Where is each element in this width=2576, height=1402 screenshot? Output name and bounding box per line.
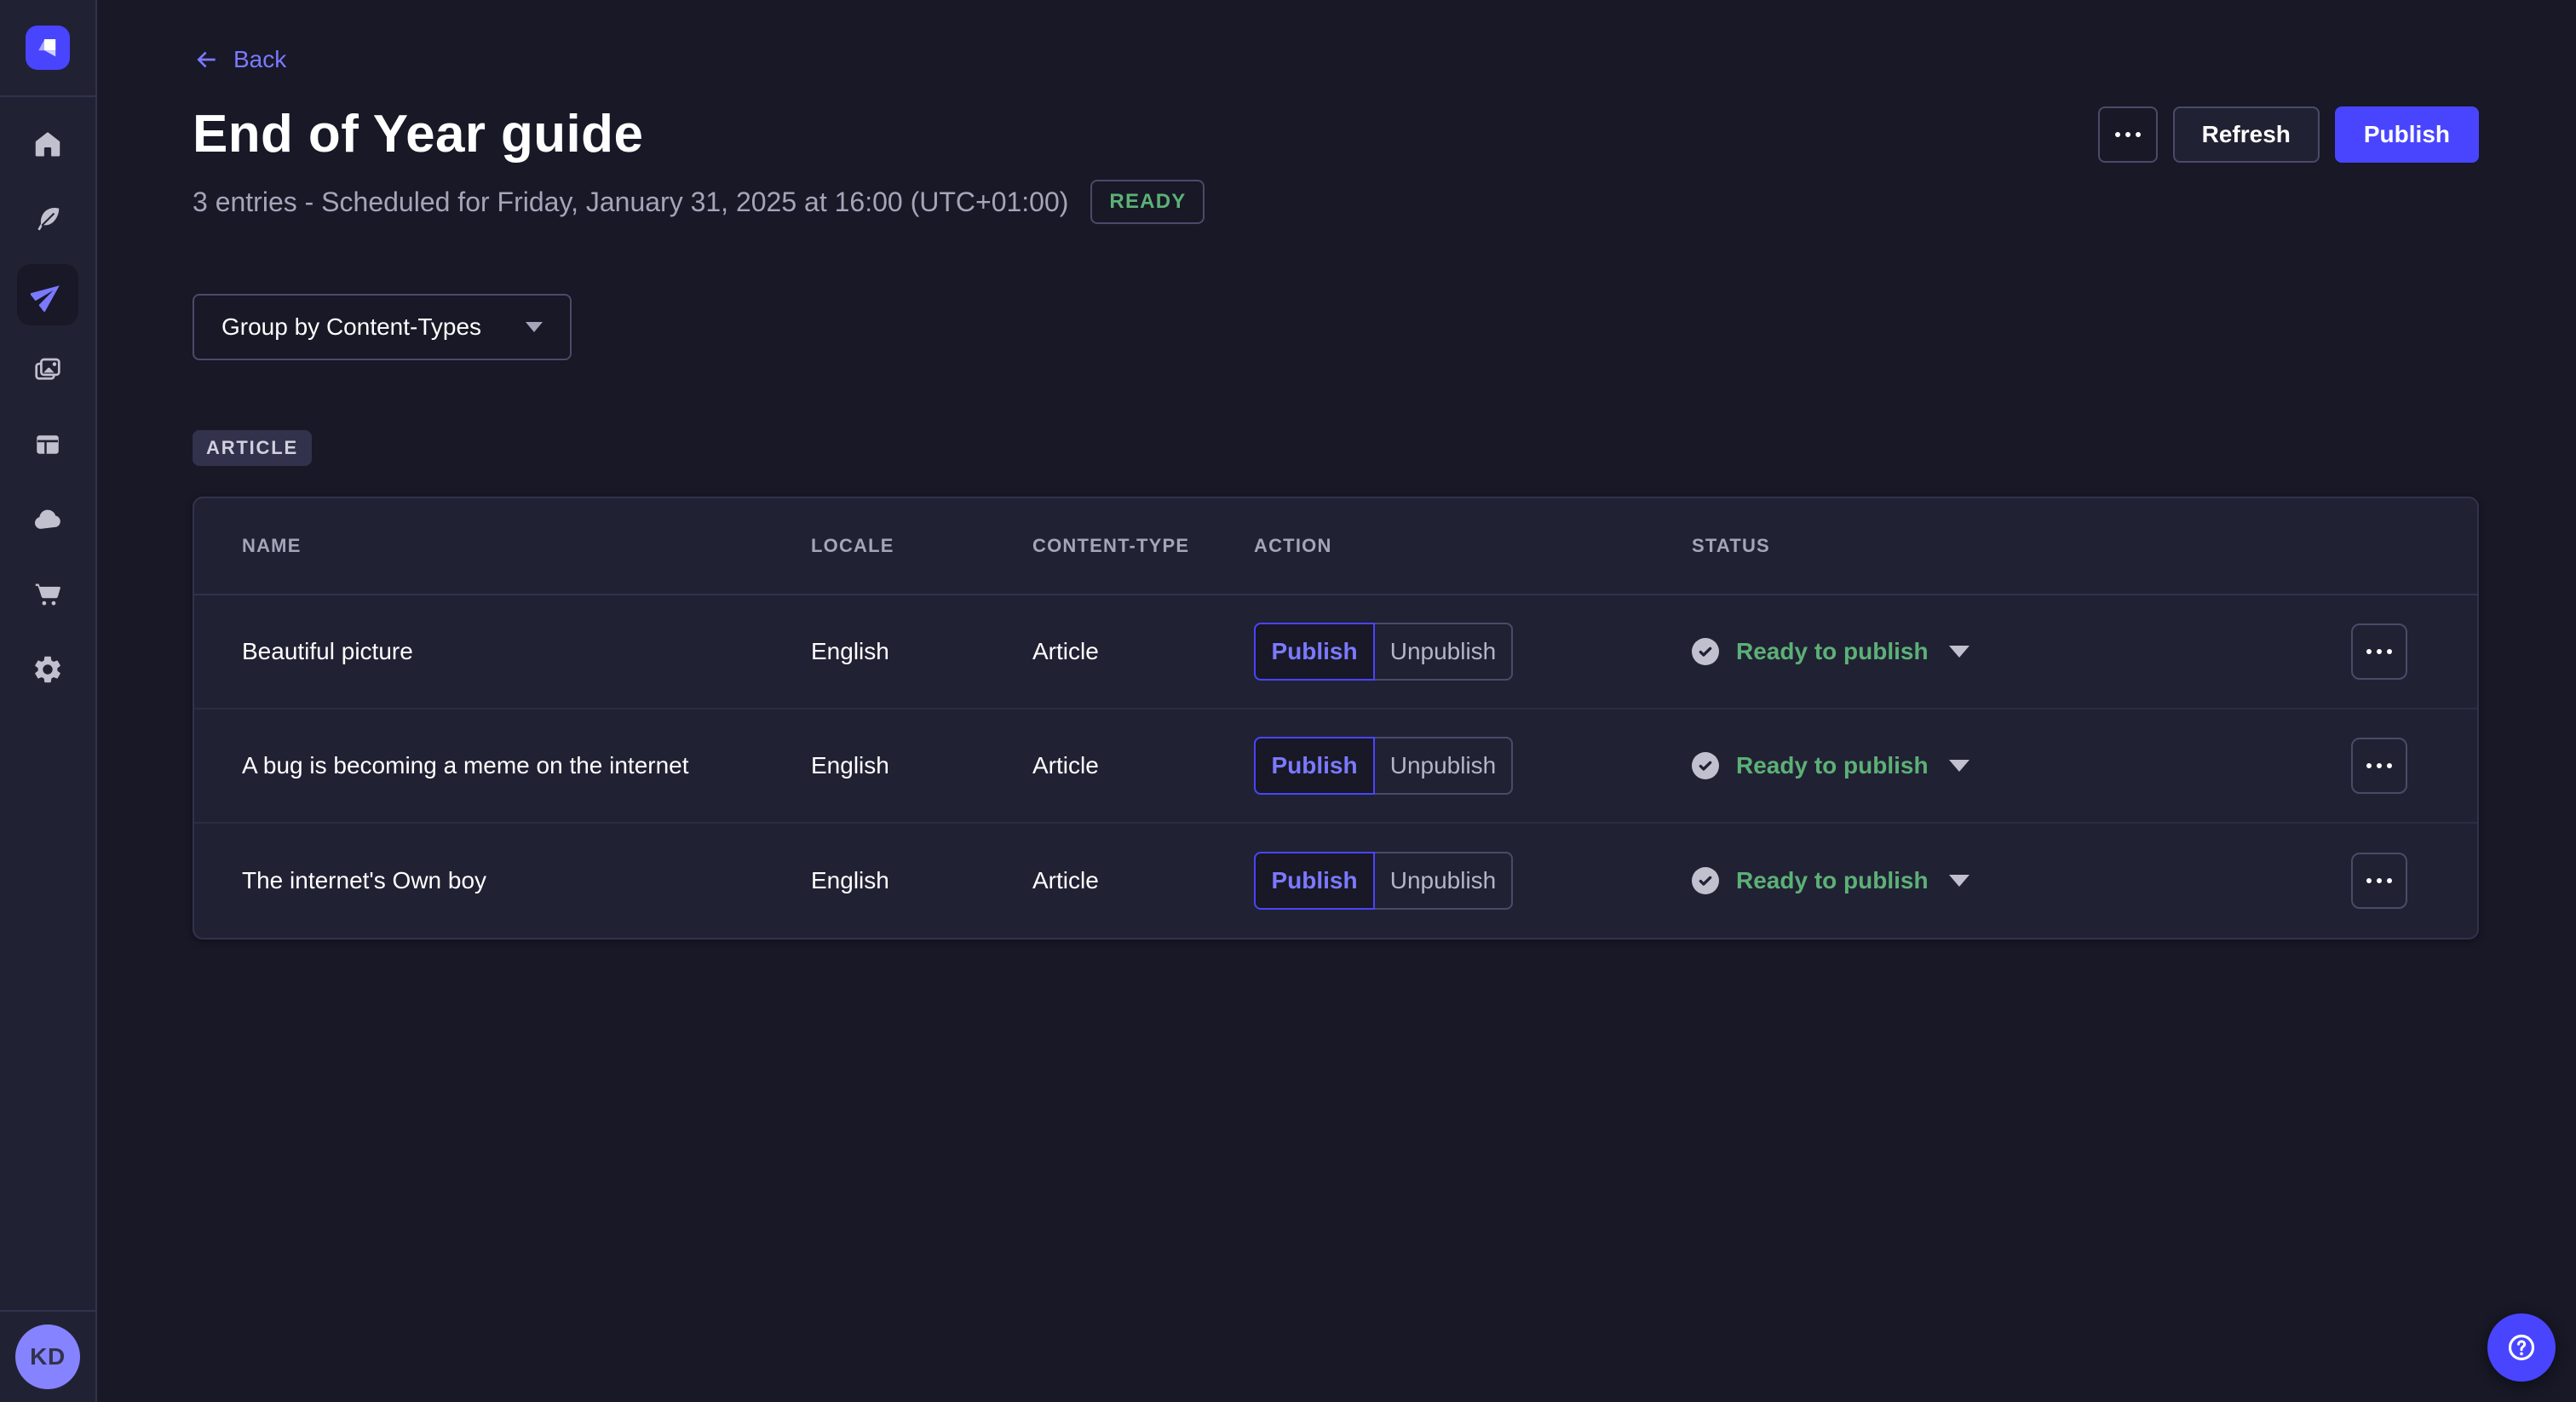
action-toggle: Publish Unpublish <box>1254 623 1692 681</box>
entry-locale: English <box>811 638 1032 665</box>
ellipsis-icon <box>2366 649 2392 654</box>
action-toggle: Publish Unpublish <box>1254 852 1692 910</box>
group-by-label: Group by Content-Types <box>221 313 481 341</box>
row-menu-cell <box>2281 853 2477 909</box>
entry-name: Beautiful picture <box>194 638 811 665</box>
check-circle-icon <box>1692 638 1719 665</box>
entry-status[interactable]: Ready to publish <box>1692 867 2281 894</box>
entry-content-type: Article <box>1032 867 1254 894</box>
back-label: Back <box>233 46 286 73</box>
column-header-action: ACTION <box>1254 535 1692 557</box>
sidebar-item-home[interactable] <box>17 114 78 175</box>
strapi-logo-icon <box>34 34 61 61</box>
unpublish-toggle-button[interactable]: Unpublish <box>1375 852 1513 910</box>
entry-content-type: Article <box>1032 638 1254 665</box>
content-type-group-chip: ARTICLE <box>193 430 312 466</box>
publish-toggle-button[interactable]: Publish <box>1254 623 1375 681</box>
back-link[interactable]: Back <box>193 46 286 73</box>
column-header-name: NAME <box>194 535 811 557</box>
column-header-content-type: CONTENT-TYPE <box>1032 535 1254 557</box>
publish-release-button[interactable]: Publish <box>2335 106 2479 163</box>
publish-toggle-button[interactable]: Publish <box>1254 852 1375 910</box>
ellipsis-icon <box>2115 132 2141 137</box>
sidebar-item-content-manager[interactable] <box>17 189 78 250</box>
release-more-button[interactable] <box>2098 106 2158 163</box>
table-row: A bug is becoming a meme on the internet… <box>194 710 2477 824</box>
entry-locale: English <box>811 867 1032 894</box>
release-subtitle: 3 entries - Scheduled for Friday, Januar… <box>193 187 1068 218</box>
entry-content-type: Article <box>1032 752 1254 779</box>
column-header-locale: LOCALE <box>811 535 1032 557</box>
table-header-row: NAME LOCALE CONTENT-TYPE ACTION STATUS <box>194 498 2477 595</box>
gear-icon <box>32 653 64 686</box>
caret-down-icon <box>1949 875 1969 887</box>
row-more-button[interactable] <box>2351 738 2407 794</box>
sidebar: KD <box>0 0 97 1402</box>
row-menu-cell <box>2281 623 2477 680</box>
action-toggle: Publish Unpublish <box>1254 737 1692 795</box>
check-circle-icon <box>1692 867 1719 894</box>
layout-icon <box>32 429 63 460</box>
feather-icon <box>32 204 63 235</box>
home-icon <box>32 129 63 160</box>
table-row: Beautiful picture English Article Publis… <box>194 595 2477 710</box>
sidebar-item-marketplace[interactable] <box>17 564 78 625</box>
strapi-logo[interactable] <box>26 26 70 70</box>
group-by-select[interactable]: Group by Content-Types <box>193 294 572 360</box>
row-more-button[interactable] <box>2351 623 2407 680</box>
entry-status[interactable]: Ready to publish <box>1692 638 2281 665</box>
sidebar-item-settings[interactable] <box>17 639 78 700</box>
cloud-icon <box>32 503 64 536</box>
entry-name: The internet's Own boy <box>194 867 811 894</box>
publish-toggle-button[interactable]: Publish <box>1254 737 1375 795</box>
entry-status[interactable]: Ready to publish <box>1692 752 2281 779</box>
ready-status-badge: READY <box>1090 180 1205 224</box>
cart-icon <box>32 578 64 611</box>
entry-locale: English <box>811 752 1032 779</box>
unpublish-toggle-button[interactable]: Unpublish <box>1375 623 1513 681</box>
status-label: Ready to publish <box>1736 638 1929 665</box>
sidebar-item-cloud[interactable] <box>17 489 78 550</box>
caret-down-icon <box>526 322 543 332</box>
arrow-left-icon <box>193 46 220 73</box>
main-content: Back End of Year guide Refresh Publish 3… <box>97 0 2576 1402</box>
caret-down-icon <box>1949 760 1969 772</box>
entries-table: NAME LOCALE CONTENT-TYPE ACTION STATUS B… <box>193 497 2479 939</box>
sidebar-footer: KD <box>0 1310 95 1402</box>
status-label: Ready to publish <box>1736 752 1929 779</box>
sidebar-item-releases[interactable] <box>17 264 78 325</box>
sidebar-nav <box>17 97 78 700</box>
subtitle-row: 3 entries - Scheduled for Friday, Januar… <box>193 180 2479 224</box>
pictures-icon <box>32 353 64 386</box>
question-mark-icon <box>2504 1330 2539 1365</box>
logo-area <box>0 0 95 97</box>
user-avatar[interactable]: KD <box>15 1324 80 1389</box>
status-label: Ready to publish <box>1736 867 1929 894</box>
releases-page: KD Back End of Year guide Refresh Publis… <box>0 0 2576 1402</box>
row-more-button[interactable] <box>2351 853 2407 909</box>
ellipsis-icon <box>2366 878 2392 883</box>
ellipsis-icon <box>2366 763 2392 768</box>
sidebar-item-content-type-builder[interactable] <box>17 414 78 475</box>
table-row: The internet's Own boy English Article P… <box>194 824 2477 938</box>
refresh-button[interactable]: Refresh <box>2173 106 2320 163</box>
sidebar-item-media-library[interactable] <box>17 339 78 400</box>
column-header-status: STATUS <box>1692 535 2281 557</box>
row-menu-cell <box>2281 738 2477 794</box>
entry-name: A bug is becoming a meme on the internet <box>194 752 811 779</box>
title-row: End of Year guide Refresh Publish <box>193 104 2479 164</box>
paper-plane-icon <box>31 278 65 312</box>
header-actions: Refresh Publish <box>2098 106 2479 163</box>
unpublish-toggle-button[interactable]: Unpublish <box>1375 737 1513 795</box>
page-title: End of Year guide <box>193 104 643 164</box>
help-button[interactable] <box>2487 1313 2556 1382</box>
caret-down-icon <box>1949 646 1969 658</box>
check-circle-icon <box>1692 752 1719 779</box>
